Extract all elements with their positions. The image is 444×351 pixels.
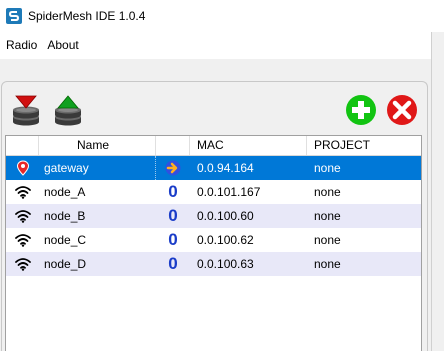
row-mac: 0.0.100.60 bbox=[197, 209, 254, 223]
app-window: SpiderMesh IDE 1.0.4 Radio About Name MA… bbox=[0, 0, 444, 351]
wifi-icon bbox=[14, 258, 31, 271]
table-row[interactable]: gateway 0.0.94.164 none bbox=[6, 156, 421, 180]
remove-circle-icon[interactable] bbox=[386, 94, 418, 126]
row-project: none bbox=[314, 185, 341, 199]
location-pin-icon bbox=[16, 160, 29, 176]
row-status-cell: 0 bbox=[156, 180, 190, 204]
db-download-icon[interactable] bbox=[10, 95, 42, 127]
row-mac: 0.0.101.167 bbox=[197, 185, 261, 199]
row-project: none bbox=[314, 209, 341, 223]
row-name: node_A bbox=[44, 185, 86, 199]
row-status-cell bbox=[156, 156, 190, 180]
gateway-arrow-icon bbox=[165, 160, 181, 176]
row-status-value: 0 bbox=[168, 206, 178, 225]
table-row[interactable]: node_A 0 0.0.101.167 none bbox=[6, 180, 421, 204]
spidermesh-logo-icon bbox=[6, 7, 22, 24]
column-header-mac[interactable]: MAC bbox=[190, 136, 307, 155]
add-circle-icon[interactable] bbox=[345, 94, 377, 126]
row-name: node_B bbox=[44, 209, 86, 223]
wifi-icon bbox=[14, 186, 31, 199]
db-upload-icon[interactable] bbox=[52, 95, 84, 127]
column-header-icon[interactable] bbox=[6, 136, 39, 155]
table-row[interactable]: node_D 0 0.0.100.63 none bbox=[6, 252, 421, 276]
wifi-icon bbox=[14, 210, 31, 223]
side-panel-edge bbox=[431, 32, 444, 351]
row-mac: 0.0.100.63 bbox=[197, 257, 254, 271]
row-type-cell bbox=[6, 228, 39, 252]
menu-spacer bbox=[0, 59, 444, 81]
row-project: none bbox=[314, 233, 341, 247]
row-type-cell bbox=[6, 156, 39, 180]
menu-bar: Radio About bbox=[0, 31, 444, 59]
row-mac: 0.0.100.62 bbox=[197, 233, 254, 247]
column-header-name[interactable]: Name bbox=[39, 136, 156, 155]
column-header-project[interactable]: PROJECT bbox=[307, 136, 421, 155]
table-row[interactable]: node_B 0 0.0.100.60 none bbox=[6, 204, 421, 228]
row-type-cell bbox=[6, 252, 39, 276]
row-status-cell: 0 bbox=[156, 204, 190, 228]
row-status-cell: 0 bbox=[156, 252, 190, 276]
row-project: none bbox=[314, 257, 341, 271]
nodes-table: Name MAC PROJECT gateway 0.0.94.164 none… bbox=[5, 135, 422, 351]
window-title: SpiderMesh IDE 1.0.4 bbox=[28, 8, 146, 23]
row-type-cell bbox=[6, 180, 39, 204]
column-header-status[interactable] bbox=[156, 136, 190, 155]
row-name: node_C bbox=[44, 233, 87, 247]
wifi-icon bbox=[14, 234, 31, 247]
menu-radio[interactable]: Radio bbox=[0, 38, 42, 52]
row-name: node_D bbox=[44, 257, 87, 271]
row-project: none bbox=[314, 161, 341, 175]
table-row[interactable]: node_C 0 0.0.100.62 none bbox=[6, 228, 421, 252]
row-mac: 0.0.94.164 bbox=[197, 161, 254, 175]
row-type-cell bbox=[6, 204, 39, 228]
row-status-value: 0 bbox=[168, 230, 178, 249]
row-name: gateway bbox=[39, 156, 156, 180]
table-header: Name MAC PROJECT bbox=[6, 136, 421, 156]
menu-about[interactable]: About bbox=[42, 38, 83, 52]
row-status-cell: 0 bbox=[156, 228, 190, 252]
title-bar: SpiderMesh IDE 1.0.4 bbox=[0, 0, 444, 31]
row-status-value: 0 bbox=[168, 182, 178, 201]
row-status-value: 0 bbox=[168, 254, 178, 273]
